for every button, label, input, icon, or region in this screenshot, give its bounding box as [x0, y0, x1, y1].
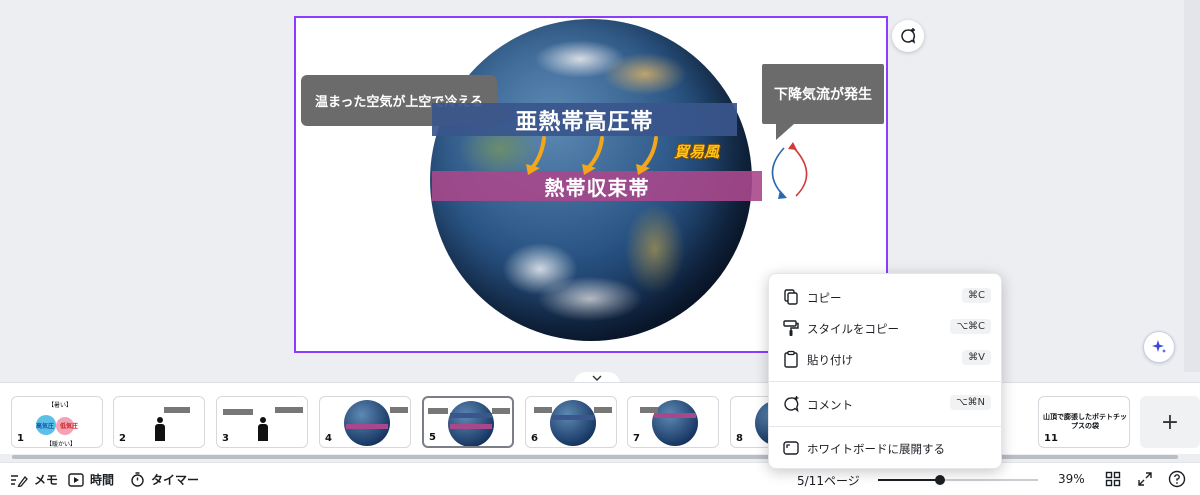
- right-scroll-strip[interactable]: [1184, 0, 1200, 372]
- menu-item-comment[interactable]: コメント ⌥⌘N: [769, 389, 1003, 419]
- help-icon[interactable]: [1168, 470, 1186, 488]
- timer-label: タイマー: [151, 473, 200, 487]
- menu-shortcut: ⌘C: [962, 288, 991, 303]
- red-circulation-arrow: [791, 145, 808, 197]
- zoom-value[interactable]: 39%: [1058, 472, 1085, 486]
- page-thumb-2[interactable]: 2: [113, 396, 205, 448]
- paint-roller-icon: [783, 320, 799, 336]
- thumb1-bottom-label: 【暖かい】: [46, 441, 77, 448]
- fullscreen-icon[interactable]: [1137, 471, 1153, 487]
- page-filmstrip: 【暑い】 高気圧 低気圧 【暖かい】 1 2 3 4 5 6 7 8 山頂で膨張…: [0, 382, 1200, 460]
- menu-label: コピー: [807, 291, 842, 305]
- add-page-button[interactable]: +: [1140, 396, 1200, 448]
- page-thumb-5[interactable]: 5: [422, 396, 514, 448]
- menu-item-copy-style[interactable]: スタイルをコピー ⌥⌘C: [769, 313, 1003, 343]
- add-comment-button[interactable]: [892, 20, 924, 52]
- context-menu: コピー ⌘C スタイルをコピー ⌥⌘C 貼り付け ⌘V コメント ⌥⌘N ホワイ…: [768, 273, 1003, 469]
- thumb1-top-label: 【暑い】: [48, 402, 73, 409]
- page-thumb-4[interactable]: 4: [319, 396, 411, 448]
- menu-item-paste[interactable]: 貼り付け ⌘V: [769, 344, 1003, 374]
- notes-button[interactable]: メモ: [10, 471, 58, 488]
- page-indicator[interactable]: 5/11ページ: [797, 472, 860, 489]
- grid-view-icon[interactable]: [1105, 471, 1121, 487]
- page-number: 11: [1044, 433, 1058, 444]
- page-number: 3: [222, 433, 229, 444]
- menu-label: コメント: [807, 398, 853, 412]
- page-number: 6: [531, 433, 538, 444]
- canvas-workspace: 温まった空気が上空で冷える 下降気流が発生 亜熱帯高圧帯 熱帯収束帯 貿易風: [0, 0, 1200, 372]
- clipboard-icon: [784, 350, 798, 368]
- menu-separator: [769, 381, 1003, 382]
- menu-shortcut: ⌘V: [962, 350, 991, 365]
- zoom-slider-fill: [878, 479, 940, 481]
- yellow-arrow-1: [530, 136, 546, 170]
- menu-separator: [769, 426, 1003, 427]
- blue-circulation-arrow: [771, 147, 785, 197]
- page-thumb-6[interactable]: 6: [525, 396, 617, 448]
- yellow-arrows: [530, 136, 658, 170]
- play-box-icon: [68, 472, 84, 487]
- bottom-toolbar: メモ 時間 タイマー 5/11ページ 39%: [0, 462, 1200, 495]
- time-label: 時間: [90, 473, 115, 487]
- page-number: 7: [633, 433, 640, 444]
- timer-button[interactable]: タイマー: [130, 471, 199, 488]
- menu-shortcut: ⌥⌘N: [949, 395, 991, 410]
- person-icon: [154, 417, 166, 441]
- copy-icon: [784, 289, 798, 305]
- menu-label: 貼り付け: [807, 353, 853, 367]
- thumb1-high-label: 高気圧: [36, 423, 55, 430]
- page-thumb-1[interactable]: 【暑い】 高気圧 低気圧 【暖かい】 1: [11, 396, 103, 448]
- pencil-notes-icon: [11, 474, 28, 487]
- page-thumb-11[interactable]: 山頂で膨張したポテトチップスの袋 11: [1038, 396, 1130, 448]
- comment-plus-icon: [901, 28, 916, 44]
- zoom-slider-knob[interactable]: [935, 475, 945, 485]
- page-number: 2: [119, 433, 126, 444]
- mini-globe-image: [652, 400, 698, 446]
- page-thumb-3[interactable]: 3: [216, 396, 308, 448]
- thumb1-low-label: 低気圧: [60, 423, 79, 430]
- zoom-slider[interactable]: [878, 475, 1038, 485]
- time-button[interactable]: 時間: [68, 471, 114, 488]
- filmstrip-scroll-thumb[interactable]: [12, 455, 1178, 459]
- menu-label: ホワイトボードに展開する: [807, 442, 945, 456]
- mini-globe-image: [550, 400, 596, 446]
- circulation-arrows: [771, 145, 808, 197]
- menu-shortcut: ⌥⌘C: [950, 319, 991, 334]
- page-thumb-7[interactable]: 7: [627, 396, 719, 448]
- yellow-arrow-3: [640, 136, 658, 170]
- chevron-down-icon: [592, 375, 602, 381]
- yellow-arrow-2: [586, 136, 604, 170]
- whiteboard-icon: [783, 441, 799, 455]
- stopwatch-icon: [131, 472, 144, 487]
- mini-globe-image: [344, 400, 390, 446]
- comment-icon: [784, 396, 799, 413]
- menu-label: スタイルをコピー: [807, 322, 899, 336]
- thumb-11-title: 山頂で膨張したポテトチップスの袋: [1043, 413, 1127, 431]
- menu-item-copy[interactable]: コピー ⌘C: [769, 282, 1003, 312]
- page-number: 4: [325, 433, 332, 444]
- sparkle-icon: [1152, 340, 1166, 353]
- page-number: 1: [17, 433, 24, 444]
- magic-assistant-button[interactable]: [1143, 331, 1175, 363]
- page-number: 5: [429, 432, 436, 443]
- menu-item-expand-whiteboard[interactable]: ホワイトボードに展開する: [769, 433, 1003, 463]
- notes-label: メモ: [34, 473, 59, 487]
- person-icon: [257, 417, 269, 441]
- page-number: 8: [736, 433, 743, 444]
- filmstrip-scrollbar[interactable]: [0, 454, 1200, 460]
- plus-icon: +: [1160, 409, 1180, 435]
